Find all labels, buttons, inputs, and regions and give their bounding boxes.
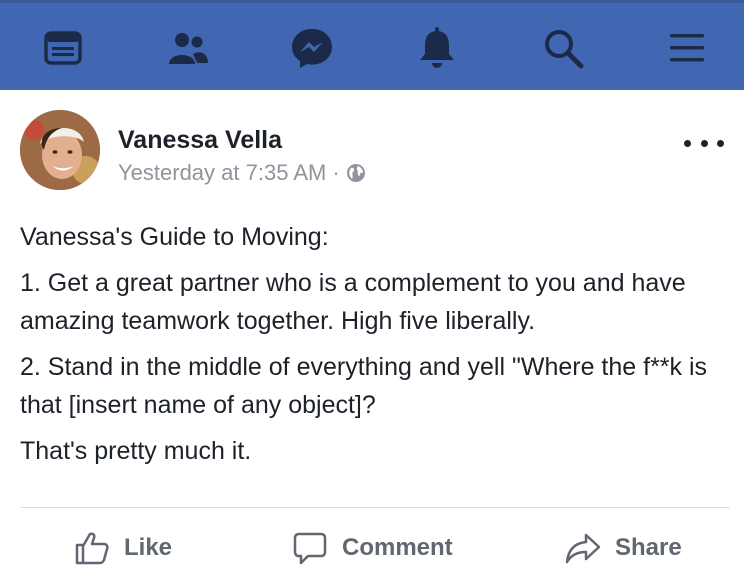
search-icon[interactable] [540,25,586,71]
like-button[interactable]: Like [74,528,172,568]
thumbs-up-icon [75,532,109,565]
post-timestamp[interactable]: Yesterday at 7:35 AM [118,160,326,186]
share-icon [565,533,601,564]
comment-button[interactable]: Comment [292,528,453,568]
post-paragraph: That's pretty much it. [20,437,252,465]
menu-icon[interactable] [664,25,710,71]
post-paragraph: 2. Stand in the middle of everything and… [20,353,708,419]
share-button[interactable]: Share [565,528,682,568]
more-dot [684,139,691,147]
avatar[interactable] [20,110,100,190]
post-paragraph: Vanessa's Guide to Moving: [20,223,329,251]
notifications-icon[interactable] [414,25,460,71]
share-label: Share [615,534,682,561]
friends-icon[interactable] [165,25,211,71]
more-dot [717,139,724,147]
more-dot [700,139,708,147]
news-feed-icon[interactable] [40,25,86,71]
comment-icon [293,532,327,565]
more-options-button[interactable] [684,130,724,156]
top-nav-bar [0,0,744,90]
comment-label: Comment [342,534,453,561]
post-body: Vanessa's Guide to Moving: 1. Get a grea… [20,218,730,478]
post-paragraph: 1. Get a great partner who is a compleme… [20,269,686,335]
like-label: Like [124,534,173,561]
messenger-icon[interactable] [289,25,335,71]
meta-separator: · [332,160,340,185]
post-meta: Yesterday at 7:35 AM · [118,160,366,186]
globe-icon [346,163,366,183]
author-name[interactable]: Vanessa Vella [118,126,282,155]
post-header: Vanessa Vella Yesterday at 7:35 AM · [0,90,744,200]
post-actions-bar: Like Comment Share [0,508,744,580]
